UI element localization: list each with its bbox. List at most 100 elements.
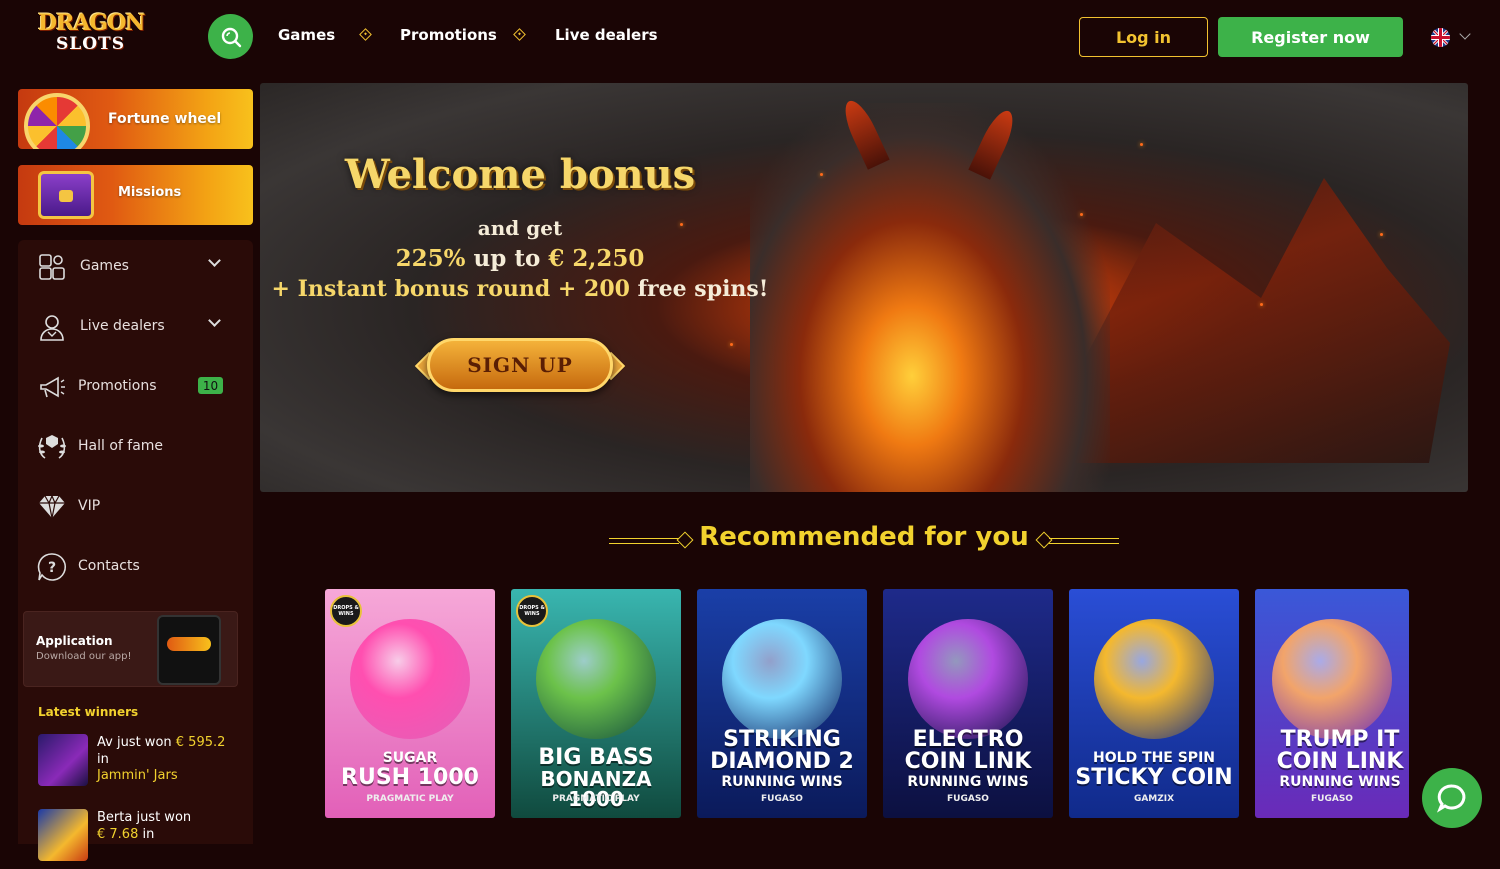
register-button[interactable]: Register now [1218, 17, 1403, 57]
game-art-image [1094, 619, 1214, 739]
game-title-line1: BIG BASS [538, 745, 654, 770]
game-title-line1: ELECTRO [912, 727, 1024, 752]
game-art-image [1272, 619, 1392, 739]
diamond-icon [36, 491, 68, 523]
sidebar-item-vip[interactable]: VIP [18, 480, 253, 540]
dragon-slots-logo[interactable]: DRAGON SLOTS [38, 10, 148, 56]
banner-subtitle: and get [477, 216, 563, 240]
game-title-line1: HOLD THE SPIN [1092, 750, 1215, 766]
recommended-header: Recommended for you [609, 522, 1119, 556]
game-title-line1: TRUMP IT [1280, 727, 1400, 752]
game-card[interactable]: TRUMP IT COIN LINK RUNNING WINS FUGASO [1255, 589, 1409, 818]
game-title-line2: DIAMOND 2 [710, 749, 854, 774]
logo-line2: SLOTS [56, 34, 125, 54]
chevron-down-icon [1459, 28, 1471, 40]
drops-wins-badge: DROPS & WINS [330, 595, 362, 627]
chat-button[interactable] [1422, 768, 1482, 828]
sidebar-item-contacts[interactable]: ? Contacts [18, 540, 253, 600]
sidebar-item-label: VIP [78, 498, 101, 514]
sidebar-item-label: Live dealers [80, 318, 165, 334]
latest-winners-title: Latest winners [38, 705, 139, 719]
game-provider: GAMZIX [1133, 794, 1175, 804]
language-selector[interactable] [1431, 27, 1475, 47]
winner-game[interactable]: Jammin' Jars [97, 768, 178, 783]
game-card[interactable]: STRIKING DIAMOND 2 RUNNING WINS FUGASO [697, 589, 867, 818]
sidebar-menu: Games Live dealers Promotions 10 Hall of… [18, 240, 253, 861]
sign-up-label: SIGN UP [427, 338, 613, 392]
chat-icon [1436, 784, 1466, 813]
ember [1260, 303, 1263, 306]
winner-text: Av just won € 595.2 in [97, 735, 226, 767]
game-provider: PRAGMATIC PLAY [366, 794, 454, 804]
sidebar-item-label: Contacts [78, 558, 140, 574]
missions-label: Missions [118, 185, 182, 200]
header: DRAGON SLOTS Games Promotions Live deale… [0, 0, 1500, 72]
game-title-line2: COIN LINK [1276, 749, 1404, 774]
sidebar-item-games[interactable]: Games [18, 240, 253, 300]
game-card[interactable]: HOLD THE SPIN STICKY COIN GAMZIX [1069, 589, 1239, 818]
game-provider: PRAGMATIC PLAY [552, 794, 640, 804]
sidebar-item-label: Hall of fame [78, 438, 164, 454]
game-card[interactable]: DROPS & WINS SUGAR RUSH 1000 PRAGMATIC PLAY [325, 589, 495, 818]
search-icon [221, 27, 241, 47]
fortune-wheel-card[interactable]: Fortune wheel [18, 89, 253, 149]
nav-live-dealers[interactable]: Live dealers [555, 26, 658, 44]
game-card[interactable]: DROPS & WINS BIG BASS BONANZA 1000 PRAGMATI… [511, 589, 681, 818]
game-provider: FUGASO [761, 794, 803, 804]
game-title-line3: RUNNING WINS [907, 774, 1029, 790]
winner-item[interactable]: Berta just won € 7.68 in [38, 809, 248, 869]
sidebar-item-hall-of-fame[interactable]: Hall of fame [18, 420, 253, 480]
ornament-icon [1049, 538, 1119, 544]
game-provider: FUGASO [1311, 794, 1353, 804]
fortune-wheel-icon [24, 93, 90, 149]
game-provider: FUGASO [947, 794, 989, 804]
game-thumbnail [38, 809, 88, 861]
game-card[interactable]: ELECTRO COIN LINK RUNNING WINS FUGASO [883, 589, 1053, 818]
game-art-image [908, 619, 1028, 739]
fortune-wheel-label: Fortune wheel [108, 111, 222, 127]
chevron-down-icon[interactable] [208, 254, 221, 267]
app-subtitle: Download our app! [36, 651, 132, 662]
sidebar-item-label: Promotions [78, 378, 157, 394]
ember [1140, 143, 1143, 146]
sign-up-button[interactable]: SIGN UP [414, 328, 626, 402]
nav-separator-icon [359, 28, 372, 41]
megaphone-icon [36, 371, 68, 403]
svg-text:?: ? [48, 560, 56, 576]
search-button[interactable] [208, 14, 253, 59]
game-title-line2: STICKY COIN [1075, 765, 1233, 790]
ember [820, 173, 823, 176]
chevron-down-icon[interactable] [208, 314, 221, 327]
game-art-image [536, 619, 656, 739]
winner-item[interactable]: Av just won € 595.2 in Jammin' Jars [38, 734, 248, 794]
nav-promotions[interactable]: Promotions [400, 26, 497, 44]
drops-wins-badge: DROPS & WINS [516, 595, 548, 627]
game-title-line3: RUNNING WINS [721, 774, 843, 790]
app-title: Application [36, 634, 113, 648]
game-title-line1: STRIKING [723, 727, 841, 752]
game-art-image [350, 619, 470, 739]
nav-games[interactable]: Games [278, 26, 335, 44]
game-art-image [722, 619, 842, 739]
live-dealer-icon [36, 311, 68, 343]
login-button[interactable]: Log in [1079, 17, 1208, 57]
banner-offer: 225% up to € 2,250 [395, 245, 645, 272]
laurel-icon [36, 431, 68, 463]
missions-card[interactable]: Missions [18, 165, 253, 225]
phone-image [157, 615, 221, 685]
banner-title: Welcome bonus [344, 151, 696, 198]
game-title-line2: COIN LINK [904, 749, 1032, 774]
sidebar-item-promotions[interactable]: Promotions 10 [18, 360, 253, 420]
sidebar-item-live-dealers[interactable]: Live dealers [18, 300, 253, 360]
welcome-bonus-banner[interactable]: Welcome bonus and get 225% up to € 2,250… [260, 83, 1468, 492]
ember [1080, 213, 1083, 216]
games-icon [36, 251, 68, 283]
game-title-line3: RUNNING WINS [1279, 774, 1401, 790]
ember [730, 343, 733, 346]
banner-extra: + Instant bonus round + 200 free spins! [271, 276, 769, 302]
winner-text: Berta just won € 7.68 in [97, 810, 192, 842]
nav-separator-icon [513, 28, 526, 41]
game-title-line2: RUSH 1000 [341, 765, 479, 790]
dragon-image [750, 103, 1110, 492]
app-download-card[interactable]: Application Download our app! [23, 611, 238, 687]
